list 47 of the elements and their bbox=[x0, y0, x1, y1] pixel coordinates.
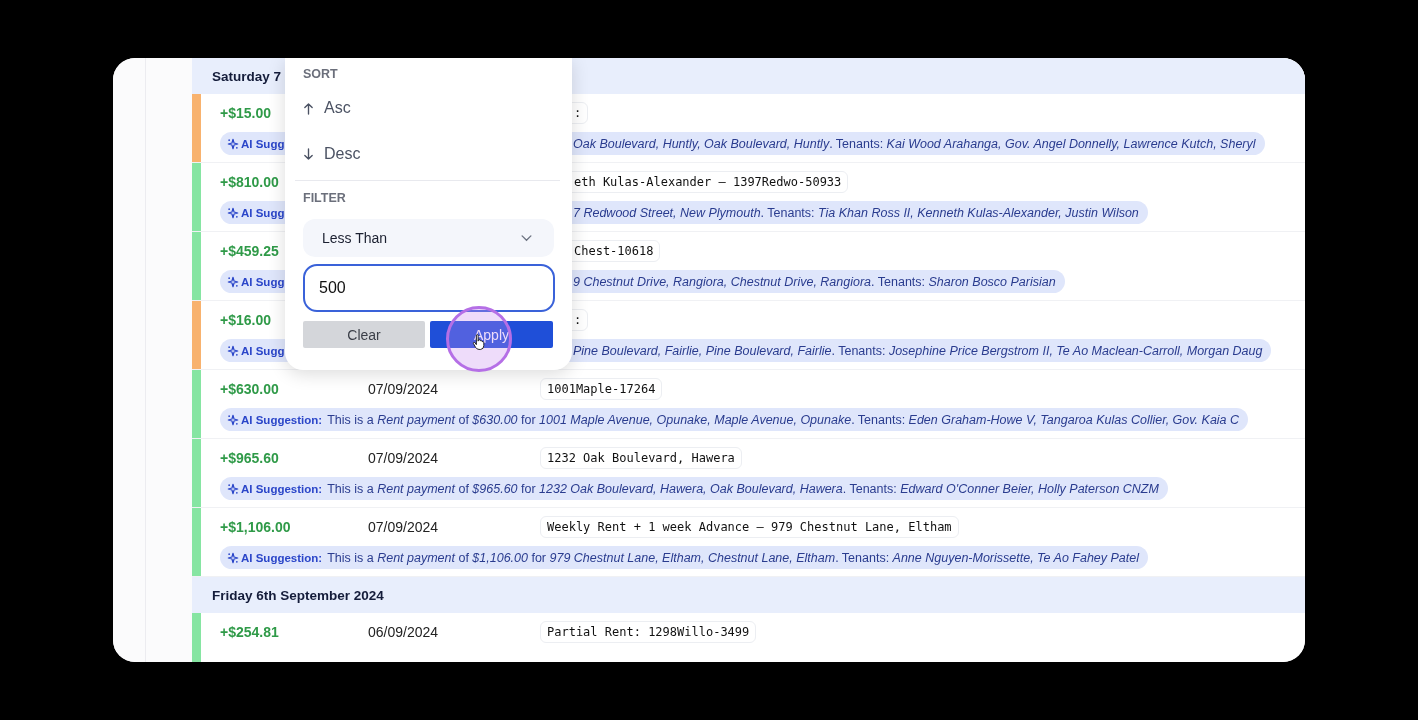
date-header: Friday 6th September 2024 bbox=[192, 577, 1305, 613]
suggestion-text: 9 Chestnut Drive, Rangiora, Chestnut Drive, Rangiora. Tenants: Sharon Bosco Parisian bbox=[573, 274, 1056, 289]
amount-text: +$1,106.00 bbox=[220, 519, 291, 535]
sparkle-icon bbox=[227, 206, 239, 219]
amount-text: +$16.00 bbox=[220, 312, 271, 328]
amount-text: +$254.81 bbox=[220, 624, 279, 640]
sparkle-icon bbox=[227, 551, 239, 564]
amount-text: +$630.00 bbox=[220, 381, 279, 397]
condition-dropdown[interactable]: Less Than bbox=[303, 219, 554, 257]
suggestion-text: This is a Rent payment of $630.00 for 1001 Maple Avenue, Opunake, Maple Avenue, Opunake. Tenants: Eden Graham-Howe V, Tangaroa Kulas Collier, Gov. Kaia C bbox=[327, 412, 1240, 427]
suggestion-text: This is a Rent payment of $965.60 for 1232 Oak Boulevard, Hawera, Oak Boulevard, Hawera. Tenants: Edward O'Conner Beier, Holly Paterson CNZM bbox=[327, 481, 1159, 496]
sparkle-icon bbox=[227, 275, 239, 288]
reference-text: Weekly Rent + 1 week Advance – 979 Chestnut Lane, Eltham bbox=[540, 516, 959, 538]
suggestion-label: AI Suggestion: bbox=[241, 482, 323, 495]
reference-text: 1232 Oak Boulevard, Hawera bbox=[540, 447, 742, 469]
suggestion-text: Pine Boulevard, Fairlie, Pine Boulevard, Fairlie. Tenants: Josephine Price Bergstrom II, Te Ao Maclean-Carroll, Morgan Daug bbox=[573, 343, 1263, 358]
suggestion-label: AI Suggestion: bbox=[241, 413, 323, 426]
value-input-field[interactable]: 500 bbox=[303, 264, 555, 312]
suggestion-label: AI Sugg bbox=[241, 275, 285, 288]
amount-text: +$810.00 bbox=[220, 174, 279, 190]
arrow-up-icon bbox=[303, 101, 314, 115]
suggestion-text: This is a Rent payment of $1,106.00 for 979 Chestnut Lane, Eltham, Chestnut Lane, Eltham. Tenants: Anne Nguyen-Morissette, Te Ao Fahey Patel bbox=[327, 550, 1139, 565]
suggestion-text: 7 Redwood Street, New Plymouth. Tenants: Tia Khan Ross II, Kenneth Kulas-Alexander, Justin Wilson bbox=[573, 205, 1139, 220]
chevron-down-icon bbox=[521, 234, 532, 242]
section-heading: FILTER bbox=[303, 191, 347, 207]
reference-text: Partial Rent: 1298Willo-3499 bbox=[540, 621, 757, 643]
sparkle-icon bbox=[227, 413, 239, 426]
date-text: 07/09/2024 bbox=[368, 450, 440, 466]
suggestion-label: AI Sugg bbox=[241, 206, 285, 219]
sparkle-icon bbox=[227, 137, 239, 150]
apply-button[interactable]: Apply bbox=[430, 321, 553, 348]
suggestion-label: AI Suggestion: bbox=[241, 551, 323, 564]
amount-text: +$15.00 bbox=[220, 105, 271, 121]
suggestion-label: AI Sugg bbox=[241, 344, 285, 357]
section-heading: SORT bbox=[303, 67, 339, 83]
reference-text: 1001Maple-17264 bbox=[540, 378, 663, 400]
date-text: 06/09/2024 bbox=[368, 624, 440, 640]
clear-button[interactable]: Clear bbox=[303, 321, 425, 348]
suggestion-label: AI Sugg bbox=[241, 137, 285, 150]
amount-text: +$965.60 bbox=[220, 450, 279, 466]
date-text: 07/09/2024 bbox=[368, 519, 440, 535]
date-text: 07/09/2024 bbox=[368, 381, 440, 397]
sparkle-icon bbox=[227, 344, 239, 357]
arrow-down-icon bbox=[303, 147, 314, 161]
suggestion-text: Oak Boulevard, Huntly, Oak Boulevard, Huntly. Tenants: Kai Wood Arahanga, Gov. Angel Donnelly, Lawrence Kutch, Sheryl bbox=[573, 136, 1256, 151]
amount-text: +$459.25 bbox=[220, 243, 279, 259]
sparkle-icon bbox=[227, 482, 239, 495]
